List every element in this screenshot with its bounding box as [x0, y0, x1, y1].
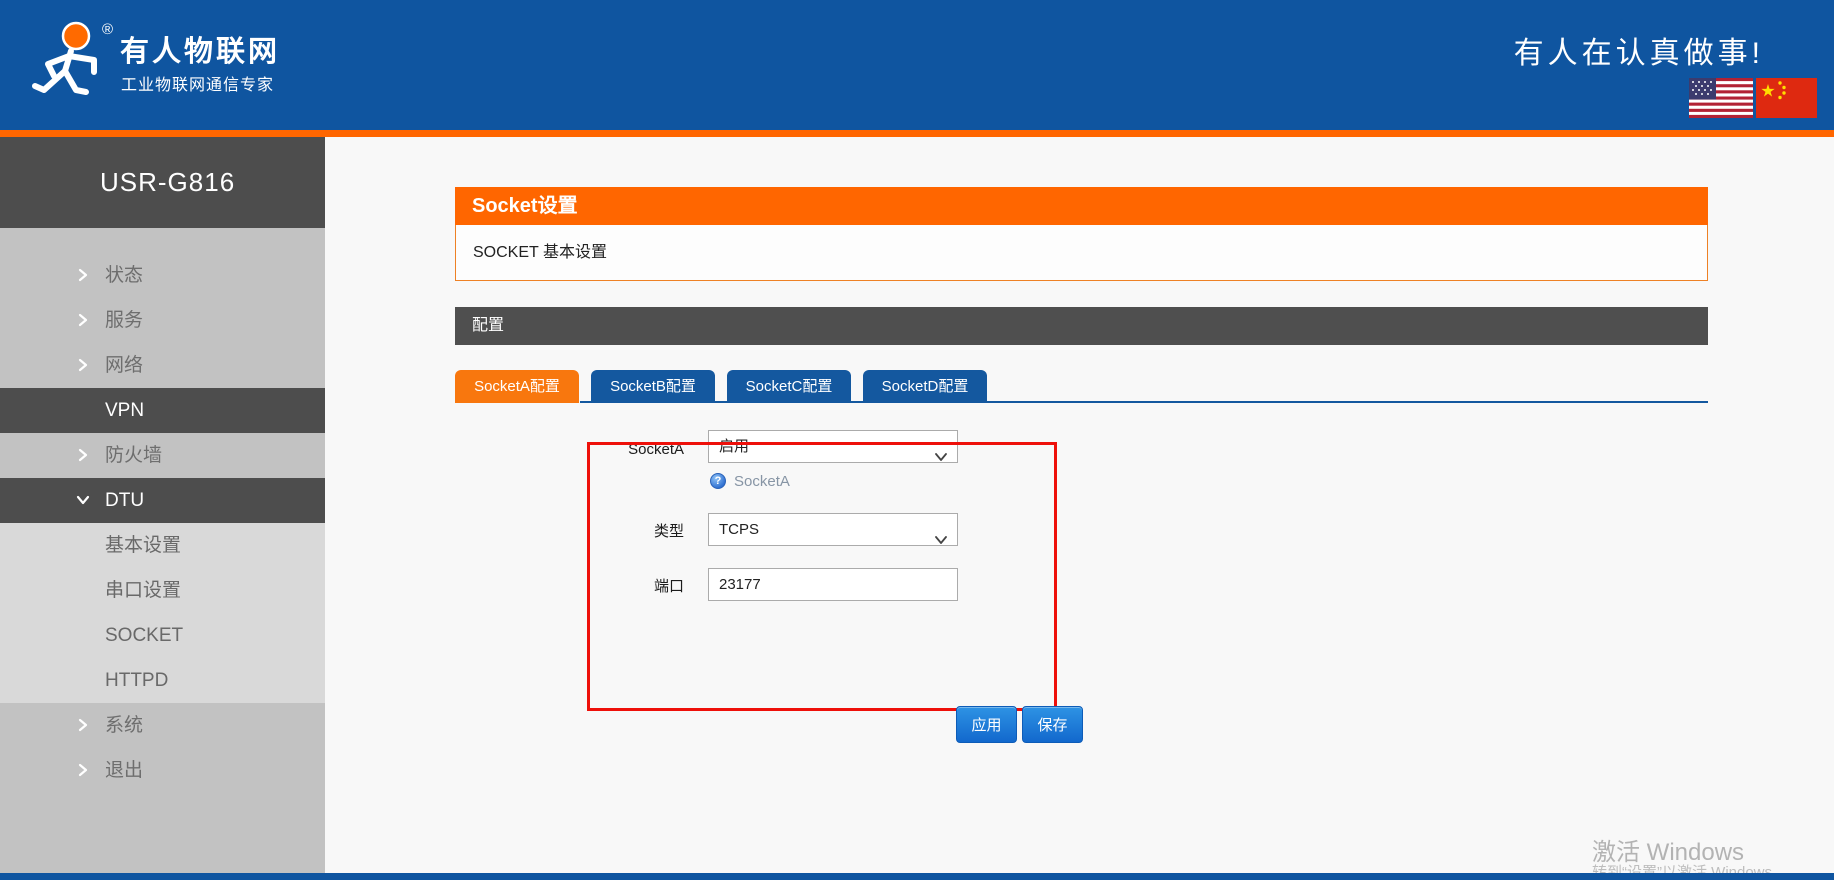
- sidebar-menu: 状态 服务 网络 VPN 防火墙 DTU 基本设置 串口设置 SOCKET HT…: [0, 228, 325, 793]
- chevron-down-icon: [935, 442, 947, 461]
- header-slogan: 有人在认真做事!: [1513, 37, 1764, 70]
- sidebar-item-network[interactable]: 网络: [0, 343, 325, 388]
- sidebar-item-label: 串口设置: [105, 580, 182, 601]
- sidebar-item-label: DTU: [105, 490, 145, 511]
- tab-socket-c[interactable]: SocketC配置: [727, 370, 851, 403]
- sidebar-item-label: 服务: [105, 310, 144, 331]
- chevron-right-icon: [76, 763, 90, 777]
- socket-tabs: SocketA配置 SocketB配置 SocketC配置 SocketD配置: [455, 370, 1708, 403]
- sidebar-item-label: VPN: [105, 400, 145, 421]
- brand-title: 有人物联网: [120, 36, 281, 68]
- sidebar-item-socket[interactable]: SOCKET: [0, 613, 325, 658]
- socketa-help: ? SocketA: [710, 472, 790, 490]
- socket-form: SocketA 启用 ? SocketA 类型 TCPS 端口 23177 应用…: [455, 403, 1708, 753]
- select-value: TCPS: [719, 521, 760, 538]
- sidebar-item-label: HTTPD: [105, 670, 169, 691]
- port-input[interactable]: [709, 569, 957, 600]
- select-value: 启用: [719, 438, 750, 455]
- device-model-title: USR-G816: [0, 137, 325, 228]
- port-label: 端口: [653, 578, 684, 595]
- page-subtitle: SOCKET 基本设置: [455, 225, 1708, 281]
- usr-logo-icon: ®: [32, 21, 113, 95]
- port-field-wrap: [708, 568, 958, 601]
- main-area: Socket设置 SOCKET 基本设置 配置 SocketA配置 Socket…: [325, 137, 1834, 880]
- sidebar-item-basic-settings[interactable]: 基本设置: [0, 523, 325, 568]
- sidebar-item-httpd[interactable]: HTTPD: [0, 658, 325, 703]
- tab-socket-a[interactable]: SocketA配置: [455, 370, 579, 403]
- brand-subtitle: 工业物联网通信专家: [121, 77, 275, 94]
- type-select[interactable]: TCPS: [708, 513, 958, 546]
- sidebar-item-label: SOCKET: [105, 625, 184, 646]
- language-flags: [1689, 78, 1817, 118]
- sidebar-item-label: 状态: [105, 265, 144, 286]
- sidebar-item-vpn[interactable]: VPN: [0, 388, 325, 433]
- help-icon[interactable]: ?: [710, 473, 726, 489]
- sidebar-item-label: 防火墙: [105, 445, 163, 466]
- socketa-enable-label: SocketA: [628, 441, 684, 458]
- sidebar-item-services[interactable]: 服务: [0, 298, 325, 343]
- page-title: Socket设置: [455, 187, 1708, 225]
- sidebar-item-label: 退出: [105, 760, 144, 781]
- socketa-enable-select[interactable]: 启用: [708, 430, 958, 463]
- sidebar-item-system[interactable]: 系统: [0, 703, 325, 748]
- sidebar-item-serial-settings[interactable]: 串口设置: [0, 568, 325, 613]
- chevron-right-icon: [76, 313, 90, 327]
- save-button[interactable]: 保存: [1022, 706, 1083, 743]
- cn-flag-icon[interactable]: [1756, 78, 1817, 118]
- chevron-down-icon: [76, 493, 90, 507]
- apply-button[interactable]: 应用: [956, 706, 1017, 743]
- sidebar: USR-G816 状态 服务 网络 VPN 防火墙 DTU 基本设置 串口设置 …: [0, 137, 325, 880]
- chevron-right-icon: [76, 448, 90, 462]
- svg-text:®: ®: [102, 21, 113, 38]
- footer-strip: [0, 873, 1834, 880]
- chevron-right-icon: [76, 718, 90, 732]
- section-title: 配置: [455, 307, 1708, 345]
- sidebar-item-label: 网络: [105, 355, 144, 376]
- tab-socket-d[interactable]: SocketD配置: [863, 370, 987, 403]
- chevron-right-icon: [76, 358, 90, 372]
- sidebar-item-label: 系统: [105, 715, 144, 736]
- header-accent-strip: [0, 130, 1834, 137]
- chevron-right-icon: [76, 268, 90, 282]
- chevron-down-icon: [935, 525, 947, 544]
- type-label: 类型: [653, 523, 684, 540]
- sidebar-item-status[interactable]: 状态: [0, 253, 325, 298]
- help-text: SocketA: [734, 472, 790, 490]
- tab-socket-b[interactable]: SocketB配置: [591, 370, 715, 403]
- us-flag-icon[interactable]: [1689, 78, 1753, 118]
- sidebar-item-logout[interactable]: 退出: [0, 748, 325, 793]
- top-header: ® 有人物联网 工业物联网通信专家 有人在认真做事!: [0, 0, 1834, 130]
- sidebar-item-label: 基本设置: [105, 535, 182, 556]
- page: ® 有人物联网 工业物联网通信专家 有人在认真做事! USR-G816 状态 服…: [0, 0, 1834, 880]
- sidebar-item-firewall[interactable]: 防火墙: [0, 433, 325, 478]
- sidebar-item-dtu[interactable]: DTU: [0, 478, 325, 523]
